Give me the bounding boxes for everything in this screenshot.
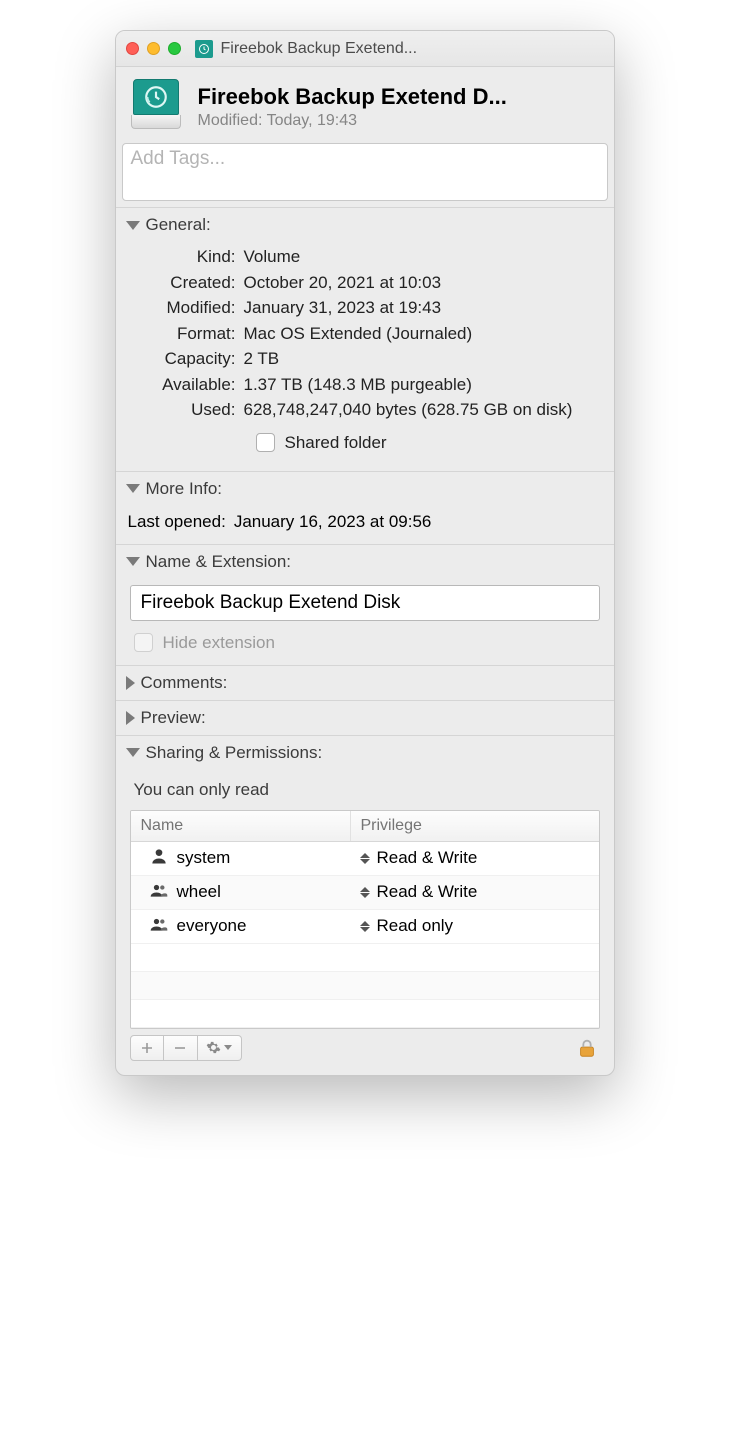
capacity-value: 2 TB — [244, 346, 604, 372]
titlebar: Fireebok Backup Exetend... — [116, 31, 614, 67]
action-menu-button — [198, 1035, 242, 1061]
updown-icon[interactable] — [359, 853, 371, 864]
permissions-note: You can only read — [130, 774, 600, 810]
getinfo-window: Fireebok Backup Exetend... Fireebok Back… — [115, 30, 615, 1076]
disclosure-triangle-icon — [126, 221, 140, 230]
table-row[interactable]: wheel Read & Write — [131, 876, 599, 910]
titlebar-disk-icon — [195, 40, 213, 58]
permissions-header: Name Privilege — [131, 811, 599, 842]
shared-folder-checkbox[interactable] — [256, 433, 275, 452]
table-row[interactable]: everyone Read only — [131, 910, 599, 944]
created-value: October 20, 2021 at 10:03 — [244, 270, 604, 296]
permission-privilege[interactable]: Read & Write — [377, 882, 478, 902]
section-head-more-info[interactable]: More Info: — [116, 472, 614, 506]
disclosure-triangle-icon — [126, 748, 140, 757]
section-head-preview[interactable]: Preview: — [116, 701, 614, 735]
table-row — [131, 972, 599, 1000]
header: Fireebok Backup Exetend D... Modified: T… — [116, 67, 614, 143]
lock-icon[interactable] — [576, 1037, 598, 1059]
updown-icon[interactable] — [359, 887, 371, 898]
gear-icon — [206, 1040, 221, 1055]
permissions-toolbar — [130, 1035, 242, 1061]
disclosure-triangle-icon — [126, 711, 135, 725]
last-opened-value: January 16, 2023 at 09:56 — [234, 512, 432, 532]
table-row — [131, 944, 599, 972]
section-comments: Comments: — [116, 665, 614, 700]
section-head-general[interactable]: General: — [116, 208, 614, 242]
shared-folder-label: Shared folder — [285, 433, 387, 453]
window-title: Fireebok Backup Exetend... — [221, 40, 418, 58]
name-input[interactable] — [130, 585, 600, 621]
disclosure-triangle-icon — [126, 676, 135, 690]
kind-value: Volume — [244, 244, 604, 270]
available-label: Available: — [126, 372, 244, 398]
capacity-label: Capacity: — [126, 346, 244, 372]
permission-privilege[interactable]: Read only — [377, 916, 454, 936]
section-sharing-permissions: Sharing & Permissions: You can only read… — [116, 735, 614, 1075]
updown-icon[interactable] — [359, 921, 371, 932]
header-modified: Modified: Today, 19:43 — [198, 112, 507, 130]
modified-value: January 31, 2023 at 19:43 — [244, 295, 604, 321]
available-value: 1.37 TB (148.3 MB purgeable) — [244, 372, 604, 398]
created-label: Created: — [126, 270, 244, 296]
permission-name: system — [177, 848, 231, 868]
disclosure-triangle-icon — [126, 484, 140, 493]
hide-extension-checkbox — [134, 633, 153, 652]
format-label: Format: — [126, 321, 244, 347]
modified-label: Modified: — [126, 295, 244, 321]
section-head-comments[interactable]: Comments: — [116, 666, 614, 700]
used-label: Used: — [126, 397, 244, 423]
minimize-button[interactable] — [147, 42, 160, 55]
zoom-button[interactable] — [168, 42, 181, 55]
permission-privilege[interactable]: Read & Write — [377, 848, 478, 868]
traffic-lights — [126, 42, 181, 55]
close-button[interactable] — [126, 42, 139, 55]
tags-field[interactable]: Add Tags... — [122, 143, 608, 201]
chevron-down-icon — [224, 1045, 232, 1051]
section-head-name-extension[interactable]: Name & Extension: — [116, 545, 614, 579]
section-more-info: More Info: Last opened: January 16, 2023… — [116, 471, 614, 544]
user-icon — [149, 846, 169, 871]
section-preview: Preview: — [116, 700, 614, 735]
header-title: Fireebok Backup Exetend D... — [198, 84, 507, 110]
hide-extension-label: Hide extension — [163, 633, 275, 653]
section-name-extension: Name & Extension: Hide extension — [116, 544, 614, 665]
last-opened-label: Last opened: — [128, 512, 226, 532]
section-general: General: Kind:Volume Created:October 20,… — [116, 207, 614, 471]
volume-icon — [128, 79, 184, 135]
format-value: Mac OS Extended (Journaled) — [244, 321, 604, 347]
group-icon — [149, 880, 169, 905]
table-row[interactable]: system Read & Write — [131, 842, 599, 876]
used-value: 628,748,247,040 bytes (628.75 GB on disk… — [244, 397, 604, 423]
permission-name: everyone — [177, 916, 247, 936]
column-name[interactable]: Name — [131, 811, 351, 841]
permissions-table: Name Privilege system Read & Write wheel Re… — [130, 810, 600, 1029]
permission-name: wheel — [177, 882, 221, 902]
kind-label: Kind: — [126, 244, 244, 270]
group-icon — [149, 914, 169, 939]
table-row — [131, 1000, 599, 1028]
section-head-sharing[interactable]: Sharing & Permissions: — [116, 736, 614, 770]
column-privilege[interactable]: Privilege — [351, 811, 599, 841]
add-permission-button — [130, 1035, 164, 1061]
remove-permission-button — [164, 1035, 198, 1061]
disclosure-triangle-icon — [126, 557, 140, 566]
